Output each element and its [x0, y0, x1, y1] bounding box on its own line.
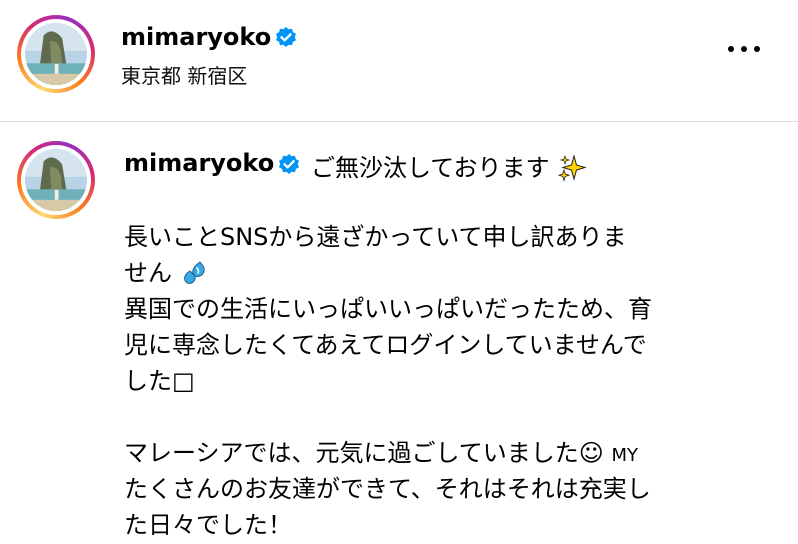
caption-line-4: 児に専念したくてあえてログインしていませんで	[124, 331, 647, 359]
header-divider	[0, 121, 798, 122]
caption-avatar[interactable]	[17, 141, 95, 219]
caption-line-2: せん	[124, 255, 210, 291]
caption-line-6: マレーシアでは、元気に過ごしていました☺ MY	[124, 435, 638, 474]
caption-username[interactable]: mimaryoko	[124, 149, 274, 177]
caption-title: ご無沙汰しております	[311, 148, 587, 184]
more-options-icon[interactable]	[724, 38, 764, 58]
caption-line-8: た日々でした！	[124, 511, 292, 539]
header-location[interactable]: 東京都 新宿区	[121, 60, 247, 89]
caption-title-text: ご無沙汰しております	[311, 154, 550, 182]
profile-avatar[interactable]	[17, 15, 95, 93]
caption-line-3: 異国での生活にいっぱいいっぱいだったため、育	[124, 295, 652, 323]
sweat-droplets-icon	[183, 261, 205, 284]
caption-line-6-suffix: MY	[611, 445, 638, 466]
sparkles-icon	[557, 154, 587, 182]
caption-line-1: 長いことSNSから遠ざかっていて申し訳ありま	[124, 223, 627, 251]
post-header: mimaryoko 東京都 新宿区	[0, 0, 798, 118]
verified-badge-icon	[276, 27, 296, 47]
caption-line-7: たくさんのお友達ができて、それはそれは充実し	[124, 475, 651, 503]
caption-line-5: した□	[124, 367, 195, 395]
caption-line-6-text: マレーシアでは、元気に過ごしていました☺	[124, 439, 604, 467]
caption-line-2-text: せん	[124, 259, 172, 287]
verified-badge-icon	[279, 154, 299, 174]
header-username[interactable]: mimaryoko	[121, 23, 271, 51]
